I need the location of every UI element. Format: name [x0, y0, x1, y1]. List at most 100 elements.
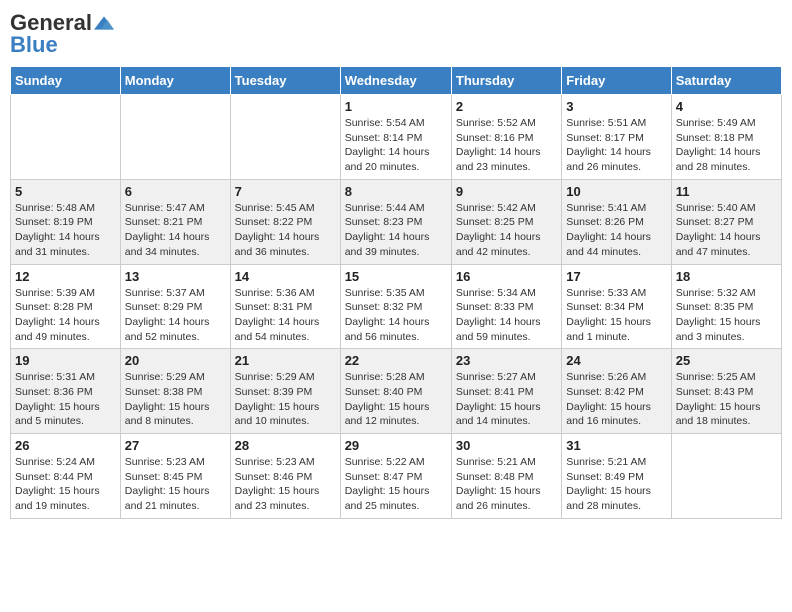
day-number: 21: [235, 353, 336, 368]
column-header-wednesday: Wednesday: [340, 67, 451, 95]
day-number: 27: [125, 438, 226, 453]
calendar-cell: 4 Sunrise: 5:49 AM Sunset: 8:18 PM Daylig…: [671, 95, 781, 180]
day-info: Sunrise: 5:51 AM Sunset: 8:17 PM Dayligh…: [566, 116, 666, 175]
day-number: 13: [125, 269, 226, 284]
calendar-cell: 7 Sunrise: 5:45 AM Sunset: 8:22 PM Daylig…: [230, 179, 340, 264]
day-info: Sunrise: 5:52 AM Sunset: 8:16 PM Dayligh…: [456, 116, 557, 175]
calendar-cell: 6Sunrise: 5:47 AM Sunset: 8:21 PM Daylig…: [120, 179, 230, 264]
day-number: 29: [345, 438, 447, 453]
day-info: Sunrise: 5:21 AM Sunset: 8:48 PM Dayligh…: [456, 455, 557, 514]
calendar-cell: 18Sunrise: 5:32 AM Sunset: 8:35 PM Dayli…: [671, 264, 781, 349]
day-number: 30: [456, 438, 557, 453]
calendar-cell: 14 Sunrise: 5:36 AM Sunset: 8:31 PM Dayli…: [230, 264, 340, 349]
day-number: 15: [345, 269, 447, 284]
column-header-thursday: Thursday: [451, 67, 561, 95]
day-number: 31: [566, 438, 666, 453]
day-info: Sunrise: 5:32 AM Sunset: 8:35 PM Dayligh…: [676, 286, 777, 345]
calendar-cell: 16 Sunrise: 5:34 AM Sunset: 8:33 PM Dayli…: [451, 264, 561, 349]
day-number: 4: [676, 99, 777, 114]
day-info: Sunrise: 5:33 AM Sunset: 8:34 PM Dayligh…: [566, 286, 666, 345]
column-header-monday: Monday: [120, 67, 230, 95]
day-info: Sunrise: 5:25 AM Sunset: 8:43 PM Dayligh…: [676, 370, 777, 429]
logo-icon: [94, 13, 114, 33]
calendar-cell: 24 Sunrise: 5:26 AM Sunset: 8:42 PM Dayli…: [562, 349, 671, 434]
calendar-week-row: 19 Sunrise: 5:31 AM Sunset: 8:36 PM Dayli…: [11, 349, 782, 434]
calendar-cell: 1 Sunrise: 5:54 AM Sunset: 8:14 PM Daylig…: [340, 95, 451, 180]
day-info: Sunrise: 5:44 AM Sunset: 8:23 PM Dayligh…: [345, 201, 447, 260]
calendar-cell: 19 Sunrise: 5:31 AM Sunset: 8:36 PM Dayli…: [11, 349, 121, 434]
calendar-cell: [671, 434, 781, 519]
day-number: 9: [456, 184, 557, 199]
day-number: 1: [345, 99, 447, 114]
day-info: Sunrise: 5:27 AM Sunset: 8:41 PM Dayligh…: [456, 370, 557, 429]
calendar-cell: 31 Sunrise: 5:21 AM Sunset: 8:49 PM Dayli…: [562, 434, 671, 519]
day-info: Sunrise: 5:26 AM Sunset: 8:42 PM Dayligh…: [566, 370, 666, 429]
day-info: Sunrise: 5:29 AM Sunset: 8:38 PM Dayligh…: [125, 370, 226, 429]
day-info: Sunrise: 5:23 AM Sunset: 8:46 PM Dayligh…: [235, 455, 336, 514]
day-info: Sunrise: 5:48 AM Sunset: 8:19 PM Dayligh…: [15, 201, 116, 260]
day-info: Sunrise: 5:31 AM Sunset: 8:36 PM Dayligh…: [15, 370, 116, 429]
day-number: 25: [676, 353, 777, 368]
calendar-cell: [120, 95, 230, 180]
calendar-cell: 23 Sunrise: 5:27 AM Sunset: 8:41 PM Dayli…: [451, 349, 561, 434]
calendar-cell: 22Sunrise: 5:28 AM Sunset: 8:40 PM Dayli…: [340, 349, 451, 434]
day-info: Sunrise: 5:28 AM Sunset: 8:40 PM Dayligh…: [345, 370, 447, 429]
day-number: 7: [235, 184, 336, 199]
calendar-cell: [11, 95, 121, 180]
day-number: 16: [456, 269, 557, 284]
day-info: Sunrise: 5:54 AM Sunset: 8:14 PM Dayligh…: [345, 116, 447, 175]
day-info: Sunrise: 5:34 AM Sunset: 8:33 PM Dayligh…: [456, 286, 557, 345]
calendar-header-row: SundayMondayTuesdayWednesdayThursdayFrid…: [11, 67, 782, 95]
day-info: Sunrise: 5:24 AM Sunset: 8:44 PM Dayligh…: [15, 455, 116, 514]
day-info: Sunrise: 5:45 AM Sunset: 8:22 PM Dayligh…: [235, 201, 336, 260]
day-number: 28: [235, 438, 336, 453]
calendar-cell: 12Sunrise: 5:39 AM Sunset: 8:28 PM Dayli…: [11, 264, 121, 349]
day-number: 23: [456, 353, 557, 368]
day-number: 11: [676, 184, 777, 199]
day-number: 14: [235, 269, 336, 284]
day-number: 2: [456, 99, 557, 114]
calendar-cell: 11Sunrise: 5:40 AM Sunset: 8:27 PM Dayli…: [671, 179, 781, 264]
calendar-cell: 28 Sunrise: 5:23 AM Sunset: 8:46 PM Dayli…: [230, 434, 340, 519]
calendar-cell: [230, 95, 340, 180]
day-number: 6: [125, 184, 226, 199]
day-number: 24: [566, 353, 666, 368]
day-info: Sunrise: 5:39 AM Sunset: 8:28 PM Dayligh…: [15, 286, 116, 345]
day-info: Sunrise: 5:41 AM Sunset: 8:26 PM Dayligh…: [566, 201, 666, 260]
calendar-cell: 9 Sunrise: 5:42 AM Sunset: 8:25 PM Daylig…: [451, 179, 561, 264]
calendar-cell: 27Sunrise: 5:23 AM Sunset: 8:45 PM Dayli…: [120, 434, 230, 519]
calendar-cell: 26 Sunrise: 5:24 AM Sunset: 8:44 PM Dayli…: [11, 434, 121, 519]
calendar-table: SundayMondayTuesdayWednesdayThursdayFrid…: [10, 66, 782, 519]
logo-blue-text: Blue: [10, 32, 58, 58]
calendar-cell: 21 Sunrise: 5:29 AM Sunset: 8:39 PM Dayli…: [230, 349, 340, 434]
calendar-cell: 30 Sunrise: 5:21 AM Sunset: 8:48 PM Dayli…: [451, 434, 561, 519]
calendar-cell: 2 Sunrise: 5:52 AM Sunset: 8:16 PM Daylig…: [451, 95, 561, 180]
day-info: Sunrise: 5:22 AM Sunset: 8:47 PM Dayligh…: [345, 455, 447, 514]
calendar-cell: 20 Sunrise: 5:29 AM Sunset: 8:38 PM Dayli…: [120, 349, 230, 434]
day-number: 20: [125, 353, 226, 368]
column-header-friday: Friday: [562, 67, 671, 95]
day-info: Sunrise: 5:49 AM Sunset: 8:18 PM Dayligh…: [676, 116, 777, 175]
calendar-week-row: 26 Sunrise: 5:24 AM Sunset: 8:44 PM Dayli…: [11, 434, 782, 519]
calendar-cell: 15Sunrise: 5:35 AM Sunset: 8:32 PM Dayli…: [340, 264, 451, 349]
logo: General Blue: [10, 10, 114, 58]
calendar-week-row: 5Sunrise: 5:48 AM Sunset: 8:19 PM Daylig…: [11, 179, 782, 264]
calendar-week-row: 1 Sunrise: 5:54 AM Sunset: 8:14 PM Daylig…: [11, 95, 782, 180]
calendar-cell: 29 Sunrise: 5:22 AM Sunset: 8:47 PM Dayli…: [340, 434, 451, 519]
column-header-saturday: Saturday: [671, 67, 781, 95]
day-number: 19: [15, 353, 116, 368]
calendar-cell: 25 Sunrise: 5:25 AM Sunset: 8:43 PM Dayli…: [671, 349, 781, 434]
day-info: Sunrise: 5:42 AM Sunset: 8:25 PM Dayligh…: [456, 201, 557, 260]
day-info: Sunrise: 5:21 AM Sunset: 8:49 PM Dayligh…: [566, 455, 666, 514]
day-info: Sunrise: 5:36 AM Sunset: 8:31 PM Dayligh…: [235, 286, 336, 345]
day-info: Sunrise: 5:29 AM Sunset: 8:39 PM Dayligh…: [235, 370, 336, 429]
column-header-tuesday: Tuesday: [230, 67, 340, 95]
day-number: 3: [566, 99, 666, 114]
calendar-cell: 8Sunrise: 5:44 AM Sunset: 8:23 PM Daylig…: [340, 179, 451, 264]
day-number: 10: [566, 184, 666, 199]
day-number: 17: [566, 269, 666, 284]
calendar-cell: 3 Sunrise: 5:51 AM Sunset: 8:17 PM Daylig…: [562, 95, 671, 180]
day-info: Sunrise: 5:37 AM Sunset: 8:29 PM Dayligh…: [125, 286, 226, 345]
day-number: 26: [15, 438, 116, 453]
calendar-cell: 17 Sunrise: 5:33 AM Sunset: 8:34 PM Dayli…: [562, 264, 671, 349]
